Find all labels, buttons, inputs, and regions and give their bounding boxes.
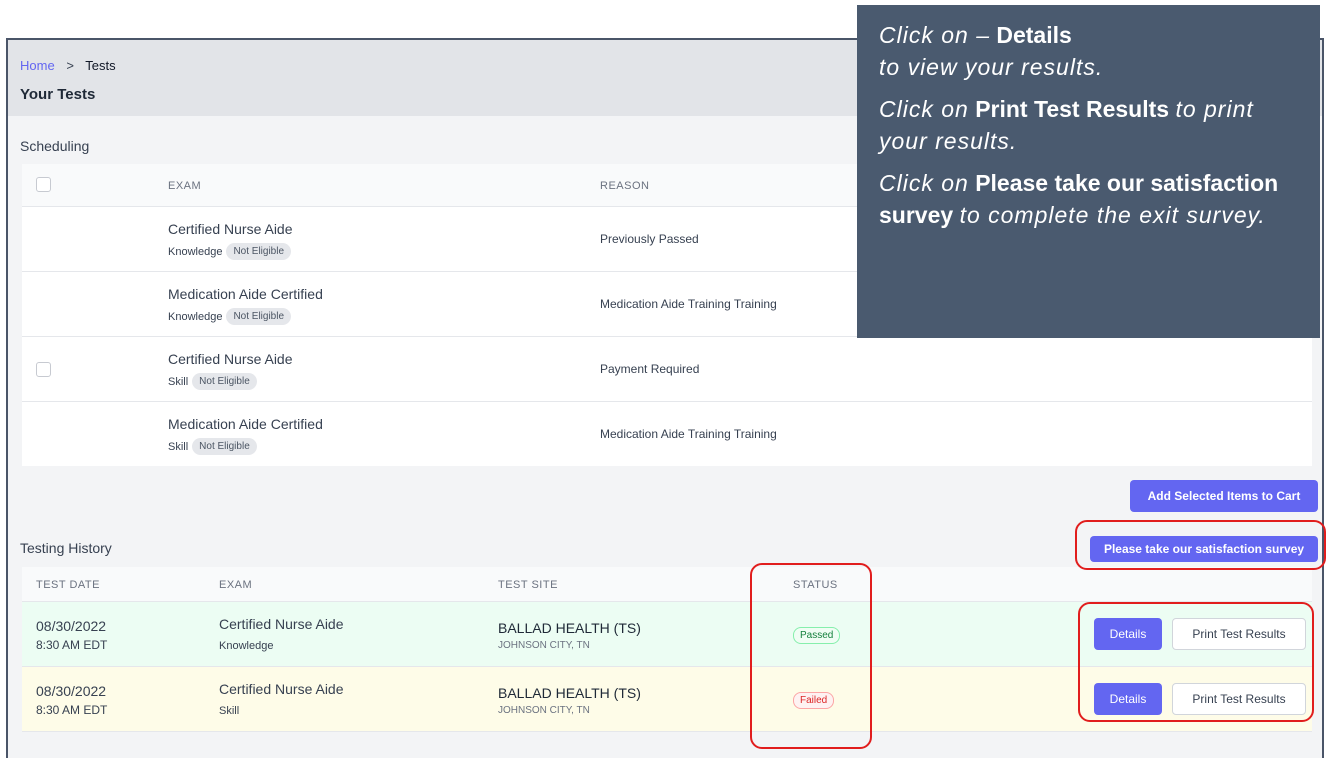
breadcrumb-current: Tests (85, 58, 116, 73)
eligibility-badge: Not Eligible (226, 308, 292, 325)
test-time: 8:30 AM EDT (36, 638, 108, 652)
column-header-reason: REASON (600, 180, 650, 192)
exam-name: Medication Aide Certified (168, 286, 323, 302)
eligibility-badge: Not Eligible (192, 373, 257, 390)
history-table-header: TEST DATE EXAM TEST SITE STATUS (22, 567, 1312, 602)
row-checkbox[interactable] (36, 362, 51, 377)
table-row: Medication Aide Certified Skill Not Eligi… (22, 402, 1312, 466)
test-site-name: BALLAD HEALTH (TS) (498, 685, 641, 701)
select-all-checkbox[interactable] (36, 177, 51, 192)
exam-type-line: Knowledge Not Eligible (168, 308, 292, 325)
action-buttons-highlight (1078, 602, 1314, 722)
exam-name: Certified Nurse Aide (168, 221, 293, 237)
callout-line-survey-tail: to complete the exit survey. (959, 202, 1266, 228)
callout-line-survey: Click on Please take our satisfaction su… (879, 167, 1298, 231)
callout-line-survey-intro: Click on (879, 170, 969, 196)
callout-line-details: Click on – Details to view your results. (879, 19, 1298, 83)
reason-text: Payment Required (600, 362, 700, 376)
test-date: 08/30/2022 (36, 618, 107, 634)
survey-button-highlight (1075, 520, 1326, 570)
breadcrumb: Home > Tests (20, 58, 116, 73)
add-to-cart-button[interactable]: Add Selected Items to Cart (1130, 480, 1318, 512)
column-header-test-site: TEST SITE (498, 579, 558, 591)
exam-type: Skill (219, 705, 240, 717)
exam-name: Medication Aide Certified (168, 416, 323, 432)
exam-type-line: Skill Not Eligible (168, 438, 257, 455)
test-site-name: BALLAD HEALTH (TS) (498, 620, 641, 636)
eligibility-badge: Not Eligible (226, 243, 292, 260)
test-site-city: JOHNSON CITY, TN (498, 640, 590, 651)
testing-history-label: Testing History (20, 540, 112, 556)
scheduling-label: Scheduling (20, 138, 90, 154)
test-site-city: JOHNSON CITY, TN (498, 705, 590, 716)
instruction-callout: Click on – Details to view your results. … (857, 5, 1320, 338)
callout-line-print-intro: Click on (879, 96, 969, 122)
chevron-right-icon: > (66, 58, 74, 73)
reason-text: Previously Passed (600, 232, 699, 246)
exam-type: Knowledge (168, 310, 223, 323)
column-header-exam: EXAM (219, 579, 253, 591)
exam-name: Certified Nurse Aide (219, 616, 344, 632)
column-header-exam: EXAM (168, 180, 202, 192)
page-title: Your Tests (20, 86, 96, 103)
eligibility-badge: Not Eligible (192, 438, 257, 455)
exam-type: Skill (168, 440, 189, 453)
callout-line-print: Click on Print Test Results to print you… (879, 93, 1298, 157)
callout-line-details-label: Details (996, 22, 1072, 48)
callout-line-details-tail: to view your results. (879, 54, 1104, 80)
exam-type-line: Skill Not Eligible (168, 373, 257, 390)
exam-type-line: Knowledge Not Eligible (168, 243, 292, 260)
exam-type: Skill (168, 375, 189, 388)
status-column-highlight (750, 563, 872, 749)
test-time: 8:30 AM EDT (36, 703, 108, 717)
column-header-test-date: TEST DATE (36, 579, 100, 591)
exam-type: Knowledge (219, 640, 274, 652)
table-row: Certified Nurse Aide Skill Not Eligible P… (22, 337, 1312, 402)
test-date: 08/30/2022 (36, 683, 107, 699)
callout-line-details-intro: Click on – (879, 22, 990, 48)
exam-name: Certified Nurse Aide (168, 351, 293, 367)
breadcrumb-home-link[interactable]: Home (20, 58, 55, 73)
reason-text: Medication Aide Training Training (600, 427, 777, 441)
exam-name: Certified Nurse Aide (219, 681, 344, 697)
callout-line-print-label: Print Test Results (975, 96, 1170, 122)
reason-text: Medication Aide Training Training (600, 297, 777, 311)
exam-type: Knowledge (168, 245, 223, 258)
